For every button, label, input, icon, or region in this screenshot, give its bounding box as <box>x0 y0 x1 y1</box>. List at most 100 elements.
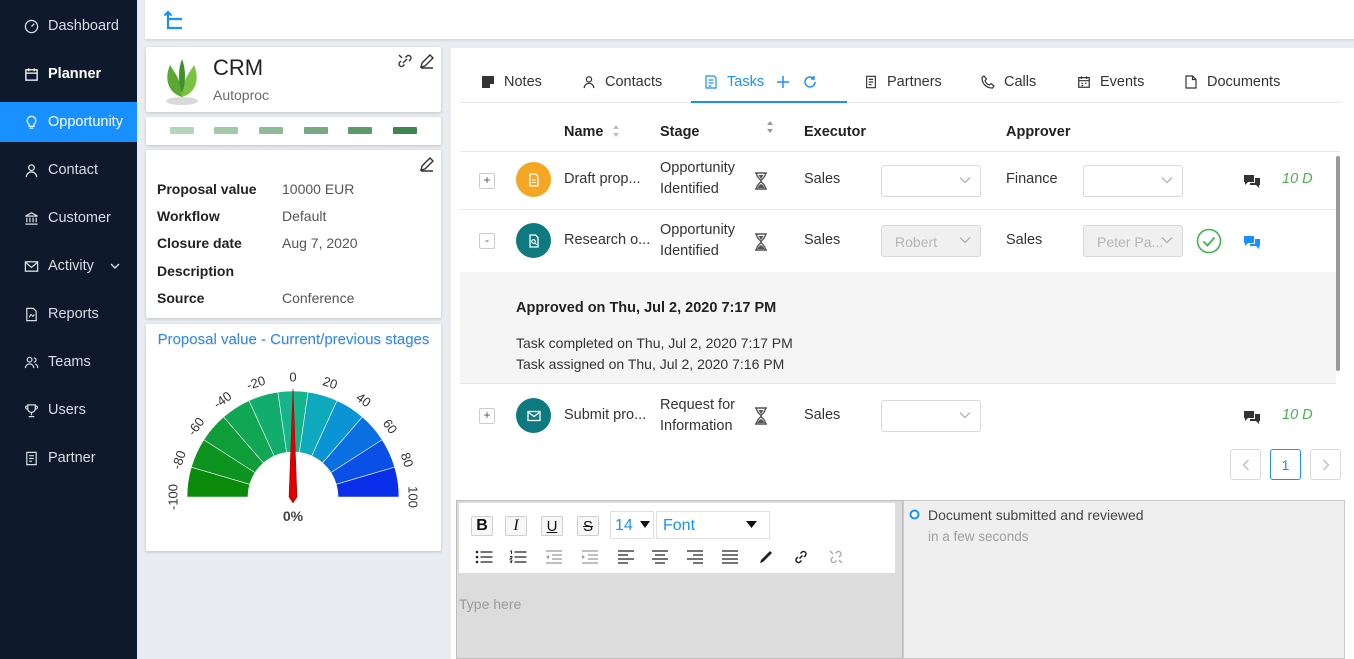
expand-button[interactable]: + <box>479 173 495 189</box>
sidebar-item-contact[interactable]: Contact <box>0 150 137 190</box>
column-executor: Executor <box>804 124 867 140</box>
column-name[interactable]: Name <box>564 124 604 140</box>
strikethrough-button[interactable]: S <box>577 516 599 536</box>
collapse-button[interactable]: - <box>479 233 495 249</box>
gauge-tick-label: 40 <box>353 390 374 411</box>
prev-page-button[interactable] <box>1230 449 1261 480</box>
expand-button[interactable]: + <box>479 408 495 424</box>
tab-partners[interactable]: Partners <box>864 61 942 103</box>
comments-icon[interactable] <box>1243 235 1261 249</box>
unlink-icon[interactable] <box>825 547 847 567</box>
active-tab-indicator <box>691 101 847 103</box>
tab-tasks[interactable]: Tasks <box>704 61 817 103</box>
executor-team: Sales <box>804 407 841 423</box>
italic-button[interactable]: I <box>505 516 527 536</box>
column-approver: Approver <box>1006 124 1071 140</box>
mail-icon <box>23 258 39 274</box>
table-row[interactable]: + Draft prop... Opportunity Identified Sa… <box>460 152 1336 210</box>
sidebar-item-label: Reports <box>48 306 99 322</box>
gauge-title: Proposal value - Current/previous stages <box>157 331 430 348</box>
align-center-icon[interactable] <box>649 547 671 567</box>
unlink-icon[interactable] <box>397 53 413 69</box>
table-scrollbar[interactable] <box>1336 156 1340 371</box>
stage-1[interactable] <box>170 127 194 134</box>
task-name[interactable]: Research o... <box>564 232 650 248</box>
sort-icon[interactable] <box>612 124 620 138</box>
phone-icon <box>981 75 996 90</box>
editor-input[interactable]: Type here <box>459 596 521 612</box>
timeline-item-text: Document submitted and reviewed <box>928 507 1144 523</box>
calendar-icon <box>23 66 39 82</box>
indent-icon[interactable] <box>579 547 601 567</box>
sort-icon[interactable] <box>766 120 774 134</box>
mail-icon <box>526 410 541 422</box>
align-left-icon[interactable] <box>615 547 637 567</box>
task-name[interactable]: Submit pro... <box>564 407 646 423</box>
stage-5[interactable] <box>348 127 372 134</box>
stage-6[interactable] <box>393 127 417 134</box>
stage-3[interactable] <box>259 127 283 134</box>
align-right-icon[interactable] <box>684 547 706 567</box>
bold-button[interactable]: B <box>471 516 493 536</box>
calendar-icon <box>1077 75 1092 90</box>
font-size-select[interactable]: 14 <box>610 511 654 539</box>
opportunity-header-card: CRM Autoproc <box>146 47 441 112</box>
sidebar-item-activity[interactable]: Activity <box>0 246 137 286</box>
sidebar-item-dashboard[interactable]: Dashboard <box>0 6 137 46</box>
executor-team: Sales <box>804 171 841 187</box>
sidebar-item-opportunity[interactable]: Opportunity <box>0 102 137 142</box>
gauge-card: Proposal value - Current/previous stages… <box>146 324 441 551</box>
edit-icon[interactable] <box>419 156 435 172</box>
page-1-button[interactable]: 1 <box>1270 449 1301 480</box>
add-task-icon[interactable] <box>776 75 790 89</box>
task-avatar <box>516 398 551 433</box>
comment-editor[interactable]: B I U S 14 Font Type here <box>456 500 903 659</box>
table-row[interactable]: + Submit pro... Request for Information S… <box>460 385 1336 435</box>
sidebar-item-customer[interactable]: Customer <box>0 198 137 238</box>
next-page-button[interactable] <box>1310 449 1341 480</box>
sidebar-item-planner[interactable]: Planner <box>0 54 137 94</box>
task-icon <box>704 75 719 90</box>
sidebar-item-partner[interactable]: Partner <box>0 438 137 478</box>
align-justify-icon[interactable] <box>719 547 741 567</box>
font-family-select[interactable]: Font <box>656 511 770 539</box>
sidebar-item-reports[interactable]: Reports <box>0 294 137 334</box>
task-name[interactable]: Draft prop... <box>564 171 641 187</box>
gauge-tick-label: -80 <box>169 449 189 472</box>
timeline-dot-icon <box>909 509 920 520</box>
timeline-item-time: in a few seconds <box>928 529 1029 544</box>
highlight-pen-icon[interactable] <box>755 547 777 567</box>
sidebar-item-users[interactable]: Users <box>0 390 137 430</box>
underline-button[interactable]: U <box>541 516 563 536</box>
hourglass-icon <box>754 172 768 190</box>
approver-select[interactable] <box>1083 165 1183 197</box>
executor-select[interactable] <box>881 165 981 197</box>
back-icon[interactable] <box>163 9 185 31</box>
tab-contacts[interactable]: Contacts <box>582 61 662 103</box>
outdent-icon[interactable] <box>543 547 565 567</box>
tab-calls[interactable]: Calls <box>981 61 1036 103</box>
tab-notes[interactable]: Notes <box>481 61 542 103</box>
table-row[interactable]: - Research o... Opportunity Identified Sa… <box>460 210 1336 273</box>
numbered-list-icon[interactable] <box>507 547 529 567</box>
refresh-icon[interactable] <box>803 75 817 89</box>
link-icon[interactable] <box>790 547 812 567</box>
executor-select[interactable] <box>881 400 981 432</box>
approver-select[interactable]: Peter Pa... <box>1083 225 1183 257</box>
bullet-list-icon[interactable] <box>473 547 495 567</box>
tab-events[interactable]: Events <box>1077 61 1144 103</box>
due-badge: 10 D <box>1282 407 1313 423</box>
approval-status: Approved on Thu, Jul 2, 2020 7:17 PM <box>516 300 777 316</box>
executor-select[interactable]: Robert <box>881 225 981 257</box>
stage-4[interactable] <box>304 127 328 134</box>
column-stage[interactable]: Stage <box>660 124 700 140</box>
comments-icon[interactable] <box>1243 174 1261 188</box>
tab-documents[interactable]: Documents <box>1184 61 1280 103</box>
sidebar-item-teams[interactable]: Teams <box>0 342 137 382</box>
approver-team: Finance <box>1006 171 1058 187</box>
stage-2[interactable] <box>214 127 238 134</box>
edit-icon[interactable] <box>419 53 435 69</box>
comments-icon[interactable] <box>1243 410 1261 424</box>
chevron-down-icon[interactable] <box>110 262 120 270</box>
partner-icon <box>864 75 879 90</box>
